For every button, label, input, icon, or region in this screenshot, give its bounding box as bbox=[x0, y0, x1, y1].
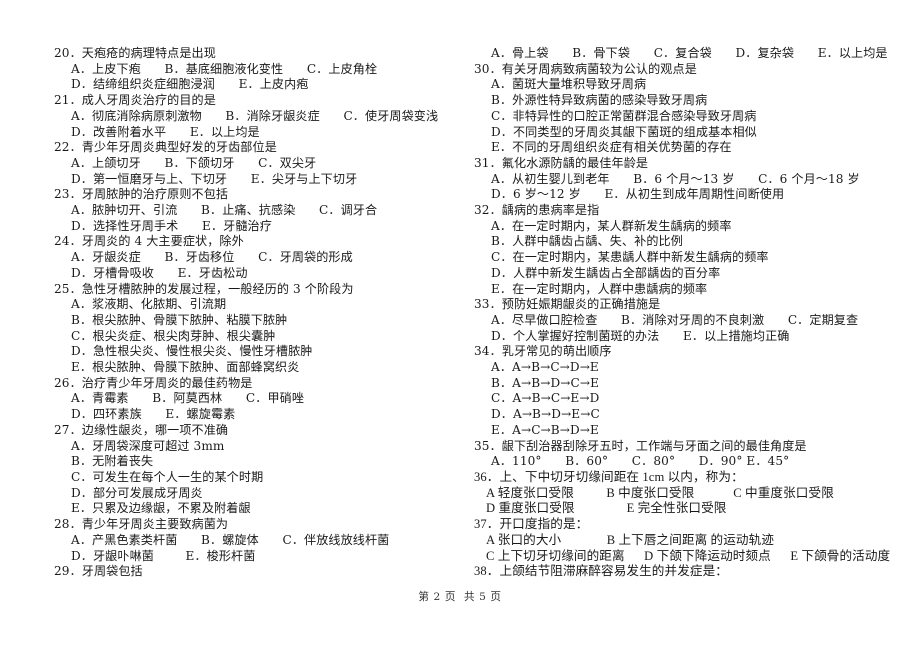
question-option-line-0: A．脓肿切开、引流 B．止痛、抗感染 C．调牙合 bbox=[71, 203, 378, 218]
question-stem: 34．乳牙常见的萌出顺序 bbox=[474, 344, 612, 359]
question-option-line-4: E．根尖脓肿、骨膜下脓肿、面部蜂窝织炎 bbox=[71, 360, 300, 375]
left-column: 20．天疱疮的病理特点是出现 A．上皮下疱 B．基底细胞液化变性 C．上皮角栓 D．… bbox=[54, 46, 458, 580]
question-stem: 28．青少年牙周炎主要致病菌为 bbox=[54, 517, 229, 532]
question-option-line-2: C．在一定时期内，某患龋人群中新发生龋病的频率 bbox=[491, 250, 769, 265]
question-option-line-1: D．第一恒磨牙与上、下切牙 E．尖牙与上下切牙 bbox=[71, 171, 358, 186]
question-option-line-2: C．根尖炎症、根尖肉芽肿、根尖囊肿 bbox=[71, 328, 276, 343]
exam-page: 20．天疱疮的病理特点是出现 A．上皮下疱 B．基底细胞液化变性 C．上皮角栓 D．… bbox=[0, 0, 920, 650]
question-option-line-2: C．A→B→C→E→D bbox=[491, 391, 600, 406]
question-option-line-1: D 重度张口受限 E 完全性张口受限 bbox=[486, 501, 727, 516]
right-alt-question-2: 38．上颌结节阻滞麻醉容易发生的并发症是： bbox=[474, 564, 878, 580]
question-option-line-1: C 上下切牙切缘间的距离 D 下颌下降运动时颏点 E 下颌骨的活动度 bbox=[486, 548, 891, 563]
right-question-0: 30．有关牙周病致病菌较为公认的观点是 A．菌斑大量堆积导致牙周病 B．外源性特异致… bbox=[474, 62, 878, 156]
question-option-line-3: D．不同类型的牙周炎其龈下菌斑的组成基本相似 bbox=[491, 124, 757, 139]
question-option-line-0: A．尽早做口腔检查 B．消除对牙周的不良刺激 C．定期复查 bbox=[491, 312, 859, 327]
question-option-line-1: D．牙龈卟啉菌 E．梭形杆菌 bbox=[71, 548, 256, 563]
question-option-line-0: A．产黑色素类杆菌 B．螺旋体 C．伴放线放线杆菌 bbox=[71, 532, 390, 547]
right-question-5: 35．龈下刮治器刮除牙五时，工作端与牙面之间的最佳角度是 A．110° B．60°… bbox=[474, 439, 878, 470]
question-option-line-0: A 张口的大小 B 上下唇之间距离 的运动轨迹 bbox=[486, 532, 775, 547]
right-column-alt-section: 36．上、下中切牙切缘间距在 1cm 以内，称为： A 轻度张口受限 B 中度张口… bbox=[474, 470, 891, 580]
question-option-line-0: A．上皮下疱 B．基底细胞液化变性 C．上皮角栓 bbox=[71, 61, 378, 76]
question-option-line-4: E．在一定时期内，人群中患龋病的频率 bbox=[491, 281, 708, 296]
question-option-line-0: A．从初生婴儿到老年 B．6 个月～13 岁 C．6 个月～18 岁 bbox=[491, 171, 860, 186]
left-question-7: 27．边缘性龈炎，哪一项不准确 A．牙周袋深度可超过 3mm B．无附着丧失 C．可发… bbox=[54, 423, 458, 517]
question-stem: 22．青少年牙周炎典型好发的牙齿部位是 bbox=[54, 140, 277, 155]
question-stem: 29．牙周袋包括 bbox=[54, 564, 143, 579]
question-option-line-0: A．110° B．60° C．80° D．90° E．45° bbox=[491, 454, 790, 469]
question-option-line-1: B．外源性特异致病菌的感染导致牙周病 bbox=[491, 93, 708, 108]
question-stem: 37．开口度指的是： bbox=[474, 517, 589, 532]
question-stem: 23．牙周脓肿的治疗原则不包括 bbox=[54, 187, 229, 202]
question-option-line-0: A．A→B→C→D→E bbox=[491, 360, 599, 375]
question-option-line-0: A．上颌切牙 B．下颌切牙 C．双尖牙 bbox=[71, 155, 317, 170]
question-option-line-1: B．根尖脓肿、骨膜下脓肿、粘膜下脓肿 bbox=[71, 312, 288, 327]
right-column: A．骨上袋 B．骨下袋 C．复合袋 D．复杂袋 E．以上均是 30．有关牙周病致病… bbox=[474, 46, 891, 580]
left-question-6: 26．治疗青少年牙周炎的最佳药物是 A．青霉素 B．阿莫西林 C．甲硝唑 D．四环素… bbox=[54, 376, 458, 423]
question-option-line-3: D．人群中新发生龋齿占全部龋齿的百分率 bbox=[491, 265, 721, 280]
question-option-line-0: A．彻底消除病原刺激物 B．消除牙龈炎症 C．使牙周袋变浅 bbox=[71, 108, 439, 123]
question-stem: 20．天疱疮的病理特点是出现 bbox=[54, 46, 216, 60]
question-option-line-0: A．牙龈炎症 B．牙齿移位 C．牙周袋的形成 bbox=[71, 250, 353, 265]
question-stem: 32．龋病的患病率是指 bbox=[474, 203, 600, 218]
question-stem: 31．氟化水源防龋的最佳年龄是 bbox=[474, 155, 649, 170]
question-option-line-1: D．个人掌握好控制菌斑的办法 E．以上措施均正确 bbox=[491, 328, 790, 343]
question-stem: 33．预防妊娠期龈炎的正确措施是 bbox=[474, 297, 661, 312]
left-question-3: 23．牙周脓肿的治疗原则不包括 A．脓肿切开、引流 B．止痛、抗感染 C．调牙合 D… bbox=[54, 187, 458, 234]
question-option-line-2: C．非特异性的口腔正常菌群混合感染导致牙周病 bbox=[491, 108, 757, 123]
question-option-line-1: D．结缔组织炎症细胞浸润 E．上皮内疱 bbox=[71, 77, 309, 92]
question-option-line-4: E．A→C→B→D→E bbox=[491, 422, 599, 437]
question-option-line-1: D．牙槽骨吸收 E．牙齿松动 bbox=[71, 265, 248, 280]
question-option-line-4: E．不同的牙周组织炎症有相关优势菌的存在 bbox=[491, 140, 732, 155]
question-stem: 35．龈下刮治器刮除牙五时，工作端与牙面之间的最佳角度是 bbox=[474, 438, 807, 453]
right-question-1: 31．氟化水源防龋的最佳年龄是 A．从初生婴儿到老年 B．6 个月～13 岁 C．… bbox=[474, 156, 878, 203]
question-option-line-0: A．牙周袋深度可超过 3mm bbox=[71, 438, 225, 453]
left-question-9: 29．牙周袋包括 bbox=[54, 564, 458, 580]
right-question-3: 33．预防妊娠期龈炎的正确措施是 A．尽早做口腔检查 B．消除对牙周的不良刺激 C… bbox=[474, 297, 878, 344]
left-question-0: 20．天疱疮的病理特点是出现 A．上皮下疱 B．基底细胞液化变性 C．上皮角栓 D．… bbox=[54, 46, 458, 93]
question-option-line-0: A．浆液期、化脓期、引流期 bbox=[71, 297, 227, 312]
question-option-line-2: C．可发生在每个人一生的某个时期 bbox=[71, 469, 264, 484]
question-stem: 26．治疗青少年牙周炎的最佳药物是 bbox=[54, 375, 253, 390]
question-option-line-0: A．在一定时期内，某人群新发生龋病的频率 bbox=[491, 218, 732, 233]
question-option-line-3: D．部分可发展成牙周炎 bbox=[71, 485, 203, 500]
question-stem: 27．边缘性龈炎，哪一项不准确 bbox=[54, 422, 229, 437]
question-option-line-1: B．A→B→D→C→E bbox=[491, 375, 600, 390]
question-stem: 30．有关牙周病致病菌较为公认的观点是 bbox=[474, 61, 697, 76]
carryover-option-line: A．骨上袋 B．骨下袋 C．复合袋 D．复杂袋 E．以上均是 bbox=[491, 46, 888, 60]
question-option-line-1: D．四环素族 E．螺旋霉素 bbox=[71, 407, 236, 422]
question-stem: 21．成人牙周炎治疗的目的是 bbox=[54, 93, 216, 108]
question-option-line-0: A 轻度张口受限 B 中度张口受限 C 中重度张口受限 bbox=[486, 485, 834, 500]
question-option-line-1: B．人群中龋齿占龋、失、补的比例 bbox=[491, 234, 683, 249]
right-question-4: 34．乳牙常见的萌出顺序 A．A→B→C→D→E B．A→B→D→C→E C．A→B→… bbox=[474, 344, 878, 438]
left-question-1: 21．成人牙周炎治疗的目的是 A．彻底消除病原刺激物 B．消除牙龈炎症 C．使牙周… bbox=[54, 93, 458, 140]
left-question-8: 28．青少年牙周炎主要致病菌为 A．产黑色素类杆菌 B．螺旋体 C．伴放线放线杆菌… bbox=[54, 517, 458, 564]
question-option-line-3: D．急性根尖炎、慢性根尖炎、慢性牙槽脓肿 bbox=[71, 344, 313, 359]
question-option-line-1: B．无附着丧失 bbox=[71, 454, 154, 469]
question-stem: 36．上、下中切牙切缘间距在 1cm 以内，称为： bbox=[474, 469, 744, 484]
question-option-line-4: E．只累及边缘龈，不累及附着龈 bbox=[71, 501, 251, 516]
right-alt-question-0: 36．上、下中切牙切缘间距在 1cm 以内，称为： A 轻度张口受限 B 中度张口… bbox=[474, 470, 878, 517]
left-question-4: 24．牙周炎的 4 大主要症状，除外 A．牙龈炎症 B．牙齿移位 C．牙周袋的形成… bbox=[54, 234, 458, 281]
question-stem: 25．急性牙槽脓肿的发展过程，一般经历的 3 个阶段为 bbox=[54, 281, 354, 296]
question-option-line-1: D．选择性牙周手术 E．牙髓治疗 bbox=[71, 218, 272, 233]
page-footer: 第 2 页 共 5 页 bbox=[418, 591, 502, 603]
right-alt-question-1: 37．开口度指的是： A 张口的大小 B 上下唇之间距离 的运动轨迹 C 上下切牙切… bbox=[474, 517, 891, 564]
question-option-line-1: D．改善附着水平 E．以上均是 bbox=[71, 124, 260, 139]
left-question-5: 25．急性牙槽脓肿的发展过程，一般经历的 3 个阶段为 A．浆液期、化脓期、引流期… bbox=[54, 282, 458, 376]
left-question-2: 22．青少年牙周炎典型好发的牙齿部位是 A．上颌切牙 B．下颌切牙 C．双尖牙 D．… bbox=[54, 140, 458, 187]
question-option-line-1: D．6 岁～12 岁 E．从初生到成年周期性间断使用 bbox=[491, 187, 785, 202]
right-question-2: 32．龋病的患病率是指 A．在一定时期内，某人群新发生龋病的频率 B．人群中龋齿占龋… bbox=[474, 203, 878, 297]
question-stem: 38．上颌结节阻滞麻醉容易发生的并发症是： bbox=[474, 564, 728, 579]
question-option-line-0: A．青霉素 B．阿莫西林 C．甲硝唑 bbox=[71, 391, 305, 406]
question-option-line-3: D．A→B→D→E→C bbox=[491, 407, 600, 422]
question-option-line-0: A．菌斑大量堆积导致牙周病 bbox=[491, 77, 647, 92]
question-stem: 24．牙周炎的 4 大主要症状，除外 bbox=[54, 234, 244, 249]
